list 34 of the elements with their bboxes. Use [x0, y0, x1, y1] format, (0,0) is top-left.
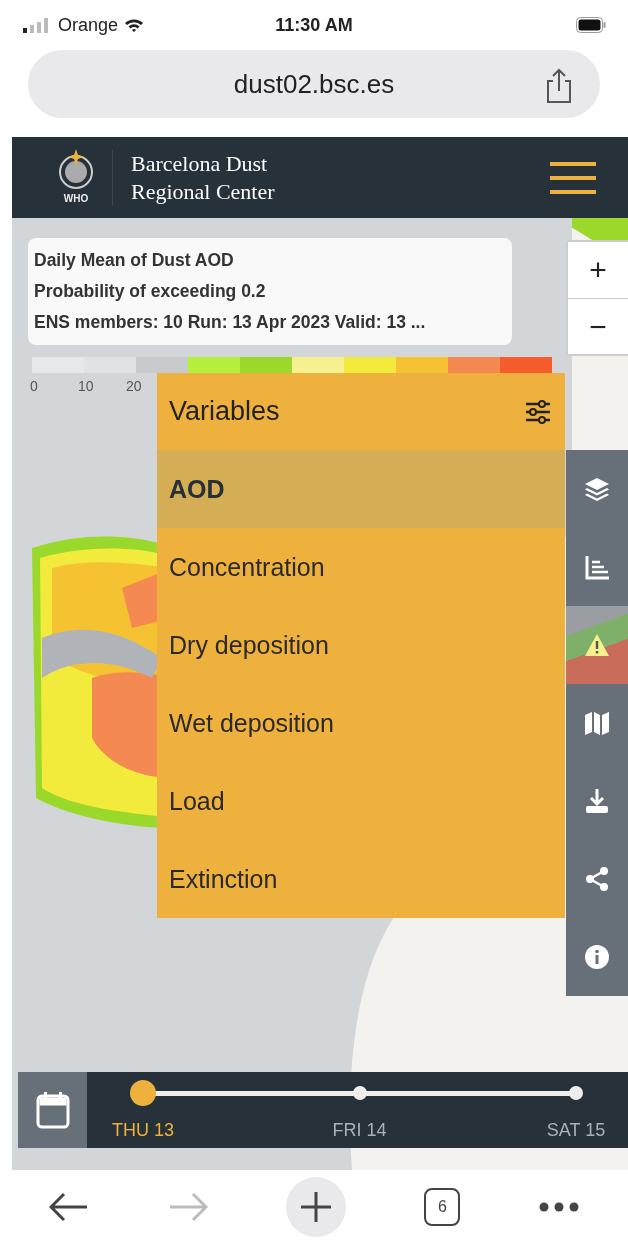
variable-item[interactable]: AOD — [157, 450, 565, 528]
clock-time: 11:30 AM — [275, 14, 353, 35]
tabs-button[interactable]: 6 — [424, 1187, 461, 1226]
map-info-line: ENS members: 10 Run: 13 Apr 2023 Valid: 13 ... — [34, 311, 427, 334]
wifi-icon — [124, 17, 145, 33]
warning-icon[interactable] — [584, 632, 610, 658]
plus-icon — [300, 1191, 331, 1222]
panel-title: Variables — [169, 396, 280, 427]
map-info-line: Probability of exceeding 0.2 — [34, 280, 267, 303]
download-icon[interactable] — [584, 788, 610, 814]
chart-icon[interactable] — [584, 554, 610, 580]
day-label[interactable]: THU 13 — [112, 1120, 174, 1141]
legend-tick: 0 — [30, 378, 39, 394]
day-label[interactable]: SAT 15 — [546, 1120, 606, 1141]
site-title: Regional Center — [131, 177, 276, 206]
zoom-out-button[interactable]: − — [568, 298, 628, 354]
back-icon[interactable] — [49, 1191, 90, 1222]
carrier-name: Orange — [58, 14, 119, 36]
map-info-line: Daily Mean of Dust AOD — [34, 249, 235, 272]
more-icon[interactable] — [538, 1201, 579, 1212]
day-label[interactable]: FRI 14 — [332, 1120, 387, 1141]
info-icon[interactable] — [584, 944, 610, 970]
site-title: Barcelona Dust — [131, 149, 269, 178]
battery-icon — [576, 17, 606, 33]
share-icon[interactable] — [584, 866, 610, 892]
settings-icon[interactable] — [525, 398, 551, 425]
menu-icon[interactable] — [550, 159, 596, 196]
share-icon[interactable] — [544, 68, 574, 104]
layers-icon[interactable] — [584, 476, 610, 502]
map-icon[interactable] — [584, 710, 610, 736]
calendar-icon[interactable] — [35, 1090, 70, 1130]
legend-tick: 10 — [78, 378, 95, 394]
address-bar[interactable]: dust02.bsc.es — [28, 50, 600, 118]
legend-tick: 20 — [126, 378, 143, 394]
